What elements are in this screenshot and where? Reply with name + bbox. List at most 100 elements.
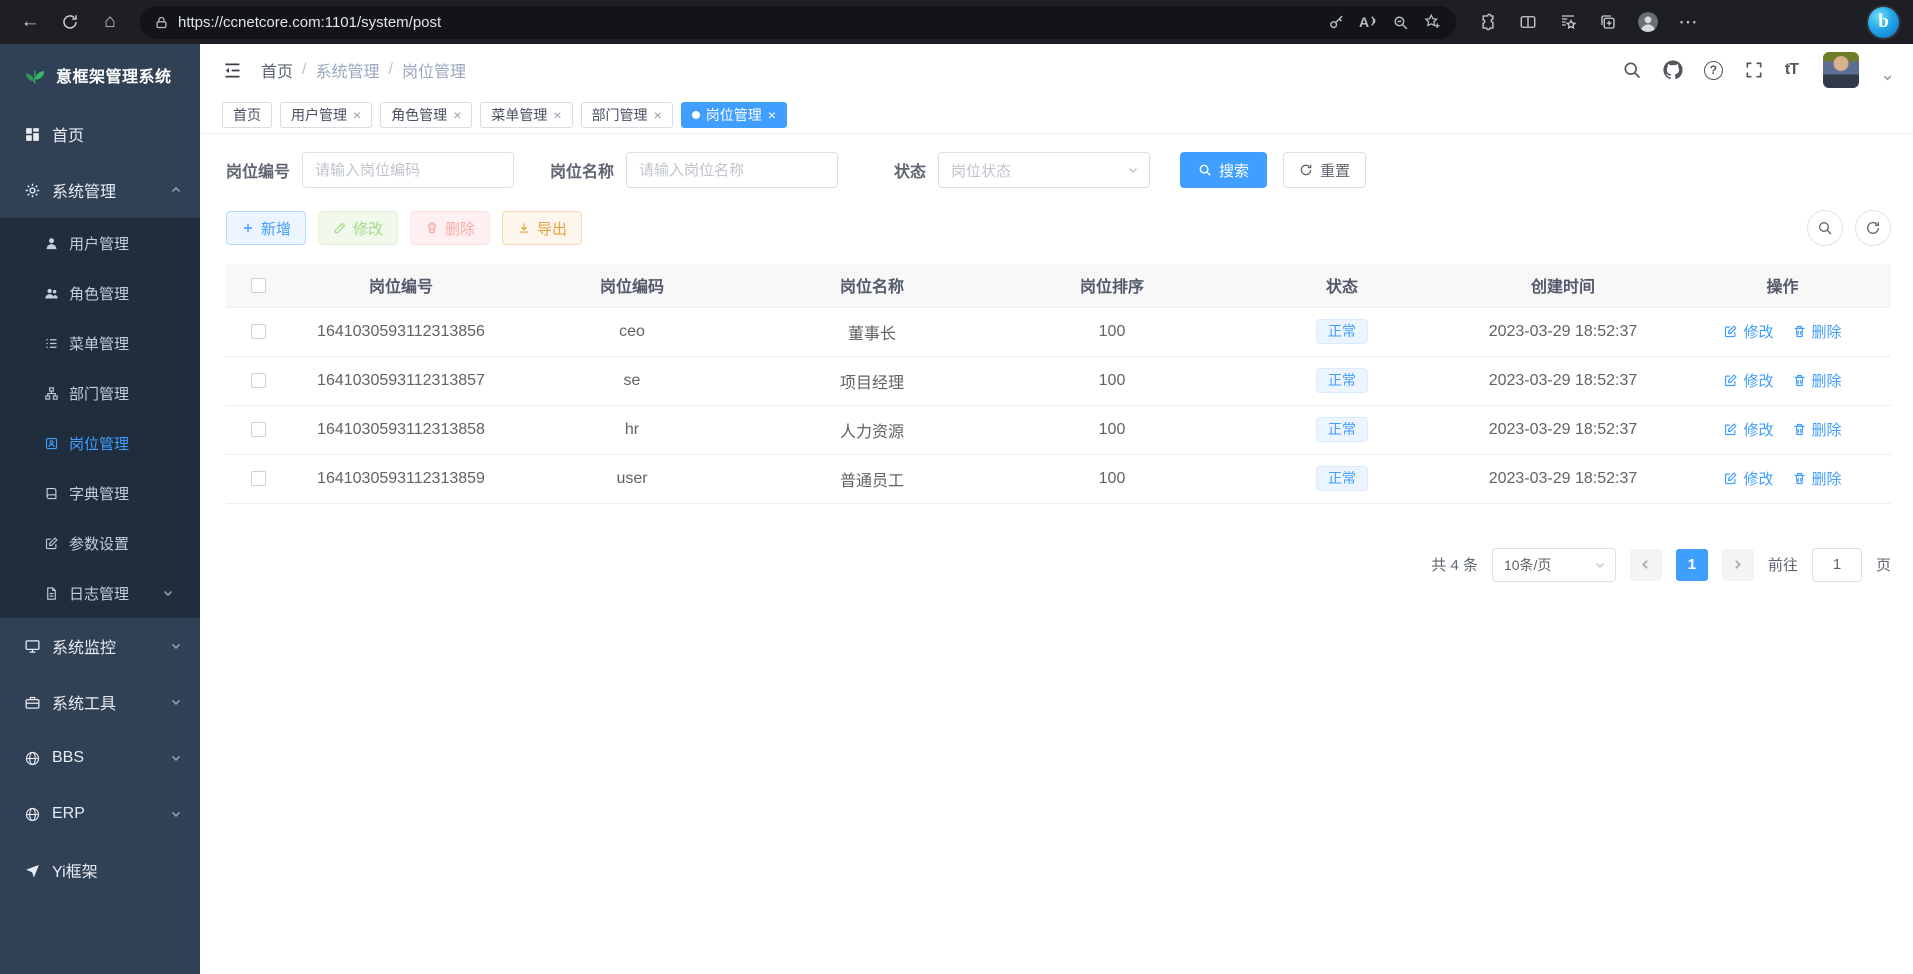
- add-button[interactable]: 新增: [226, 211, 306, 245]
- sidebar-item-label: 角色管理: [69, 283, 129, 304]
- sidebar-item-system-tools[interactable]: 系统工具: [0, 674, 200, 730]
- help-button[interactable]: ?: [1704, 61, 1723, 80]
- close-icon[interactable]: ×: [768, 107, 776, 123]
- browser-profile-button[interactable]: [1628, 4, 1668, 40]
- breadcrumb-system[interactable]: 系统管理: [315, 58, 379, 82]
- refresh-icon: [61, 13, 79, 31]
- prev-page-button[interactable]: [1630, 549, 1662, 581]
- browser-home-button[interactable]: ⌂: [90, 4, 130, 40]
- zoom-button[interactable]: [1384, 8, 1416, 36]
- add-favorite-button[interactable]: [1416, 8, 1448, 36]
- sidebar-item-post-management[interactable]: 岗位管理: [0, 418, 200, 468]
- browser-refresh-button[interactable]: [50, 4, 90, 40]
- row-checkbox[interactable]: [251, 324, 266, 339]
- user-avatar[interactable]: [1823, 52, 1859, 88]
- row-checkbox[interactable]: [251, 373, 266, 388]
- sidebar-item-yi-framework[interactable]: Yi框架: [0, 842, 200, 898]
- status-select[interactable]: 岗位状态: [938, 152, 1150, 188]
- badge-icon: [44, 436, 59, 451]
- browser-actions: ⋯: [1468, 4, 1708, 40]
- tab-user-management[interactable]: 用户管理 ×: [280, 102, 372, 128]
- table-row: 1641030593112313858 hr 人力资源 100 正常 2023-…: [226, 405, 1891, 454]
- header-search-button[interactable]: [1622, 60, 1642, 80]
- status-select-placeholder: 岗位状态: [951, 160, 1011, 181]
- sidebar-item-bbs[interactable]: BBS: [0, 730, 200, 786]
- back-icon: ←: [21, 11, 40, 33]
- row-delete-button[interactable]: 删除: [1792, 370, 1842, 391]
- tab-department-management[interactable]: 部门管理 ×: [581, 102, 673, 128]
- page-size-select[interactable]: 10条/页: [1492, 548, 1616, 582]
- sidebar-item-department-management[interactable]: 部门管理: [0, 368, 200, 418]
- sidebar-fold-button[interactable]: [222, 60, 243, 81]
- table-row: 1641030593112313856 ceo 董事长 100 正常 2023-…: [226, 307, 1891, 356]
- goto-page-input[interactable]: [1812, 548, 1862, 582]
- next-page-button[interactable]: [1722, 549, 1754, 581]
- caret-down-icon[interactable]: [1882, 72, 1893, 83]
- tab-home[interactable]: 首页: [222, 102, 272, 128]
- font-size-button[interactable]: tT: [1785, 61, 1798, 79]
- cell-post-code: hr: [512, 405, 752, 454]
- favorites-button[interactable]: [1548, 4, 1588, 40]
- sidebar-item-system-management[interactable]: 系统管理: [0, 162, 200, 218]
- edit-icon: [333, 221, 347, 235]
- password-key-button[interactable]: [1320, 8, 1352, 36]
- cell-post-code: user: [512, 454, 752, 503]
- row-delete-button[interactable]: 删除: [1792, 468, 1842, 489]
- monitor-icon: [24, 638, 41, 655]
- sidebar-item-log-management[interactable]: 日志管理: [0, 568, 200, 618]
- tab-menu-management[interactable]: 菜单管理 ×: [480, 102, 572, 128]
- close-icon[interactable]: ×: [654, 107, 662, 123]
- sidebar-item-system-monitor[interactable]: 系统监控: [0, 618, 200, 674]
- delete-button[interactable]: 删除: [410, 211, 490, 245]
- sidebar-item-dictionary-management[interactable]: 字典管理: [0, 468, 200, 518]
- row-edit-button[interactable]: 修改: [1723, 370, 1773, 391]
- reset-button[interactable]: 重置: [1283, 152, 1366, 188]
- show-search-button[interactable]: [1807, 210, 1843, 246]
- sidebar-item-menu-management[interactable]: 菜单管理: [0, 318, 200, 368]
- column-header: 创建时间: [1452, 264, 1674, 307]
- browser-menu-button[interactable]: ⋯: [1668, 4, 1708, 40]
- github-button[interactable]: [1663, 60, 1683, 80]
- row-delete-button[interactable]: 删除: [1792, 419, 1842, 440]
- post-name-input[interactable]: [626, 152, 838, 188]
- sidebar-item-home[interactable]: 首页: [0, 106, 200, 162]
- page-number-1[interactable]: 1: [1676, 549, 1708, 581]
- address-bar[interactable]: https://ccnetcore.com:1101/system/post A: [140, 6, 1456, 39]
- cell-post-name: 普通员工: [752, 454, 992, 503]
- row-checkbox[interactable]: [251, 471, 266, 486]
- row-checkbox[interactable]: [251, 422, 266, 437]
- select-all-checkbox[interactable]: [251, 278, 266, 293]
- tab-role-management[interactable]: 角色管理 ×: [380, 102, 472, 128]
- tab-label: 部门管理: [592, 105, 648, 125]
- search-button[interactable]: 搜索: [1180, 152, 1267, 188]
- row-edit-button[interactable]: 修改: [1723, 419, 1773, 440]
- row-edit-button[interactable]: 修改: [1723, 321, 1773, 342]
- goto-label: 前往: [1768, 554, 1798, 575]
- sidebar-item-role-management[interactable]: 角色管理: [0, 268, 200, 318]
- breadcrumb-home[interactable]: 首页: [261, 58, 293, 82]
- read-aloud-button[interactable]: A: [1352, 8, 1384, 36]
- sidebar-item-parameter-settings[interactable]: 参数设置: [0, 518, 200, 568]
- close-icon[interactable]: ×: [553, 107, 561, 123]
- fullscreen-button[interactable]: [1744, 60, 1764, 80]
- extensions-button[interactable]: [1468, 4, 1508, 40]
- browser-back-button[interactable]: ←: [10, 4, 50, 40]
- org-tree-icon: [44, 386, 59, 401]
- close-icon[interactable]: ×: [453, 107, 461, 123]
- search-icon: [1622, 60, 1642, 80]
- collections-button[interactable]: [1588, 4, 1628, 40]
- sidebar-item-erp[interactable]: ERP: [0, 786, 200, 842]
- row-edit-button[interactable]: 修改: [1723, 468, 1773, 489]
- bing-sidebar-button[interactable]: b: [1868, 7, 1899, 38]
- close-icon[interactable]: ×: [353, 107, 361, 123]
- breadcrumb-current: 岗位管理: [402, 58, 466, 82]
- edit-button[interactable]: 修改: [318, 211, 398, 245]
- sidebar-item-user-management[interactable]: 用户管理: [0, 218, 200, 268]
- post-code-input[interactable]: [302, 152, 514, 188]
- column-header: 岗位名称: [752, 264, 992, 307]
- tab-post-management[interactable]: 岗位管理 ×: [681, 102, 787, 128]
- row-delete-button[interactable]: 删除: [1792, 321, 1842, 342]
- split-screen-button[interactable]: [1508, 4, 1548, 40]
- refresh-table-button[interactable]: [1855, 210, 1891, 246]
- export-button[interactable]: 导出: [502, 211, 582, 245]
